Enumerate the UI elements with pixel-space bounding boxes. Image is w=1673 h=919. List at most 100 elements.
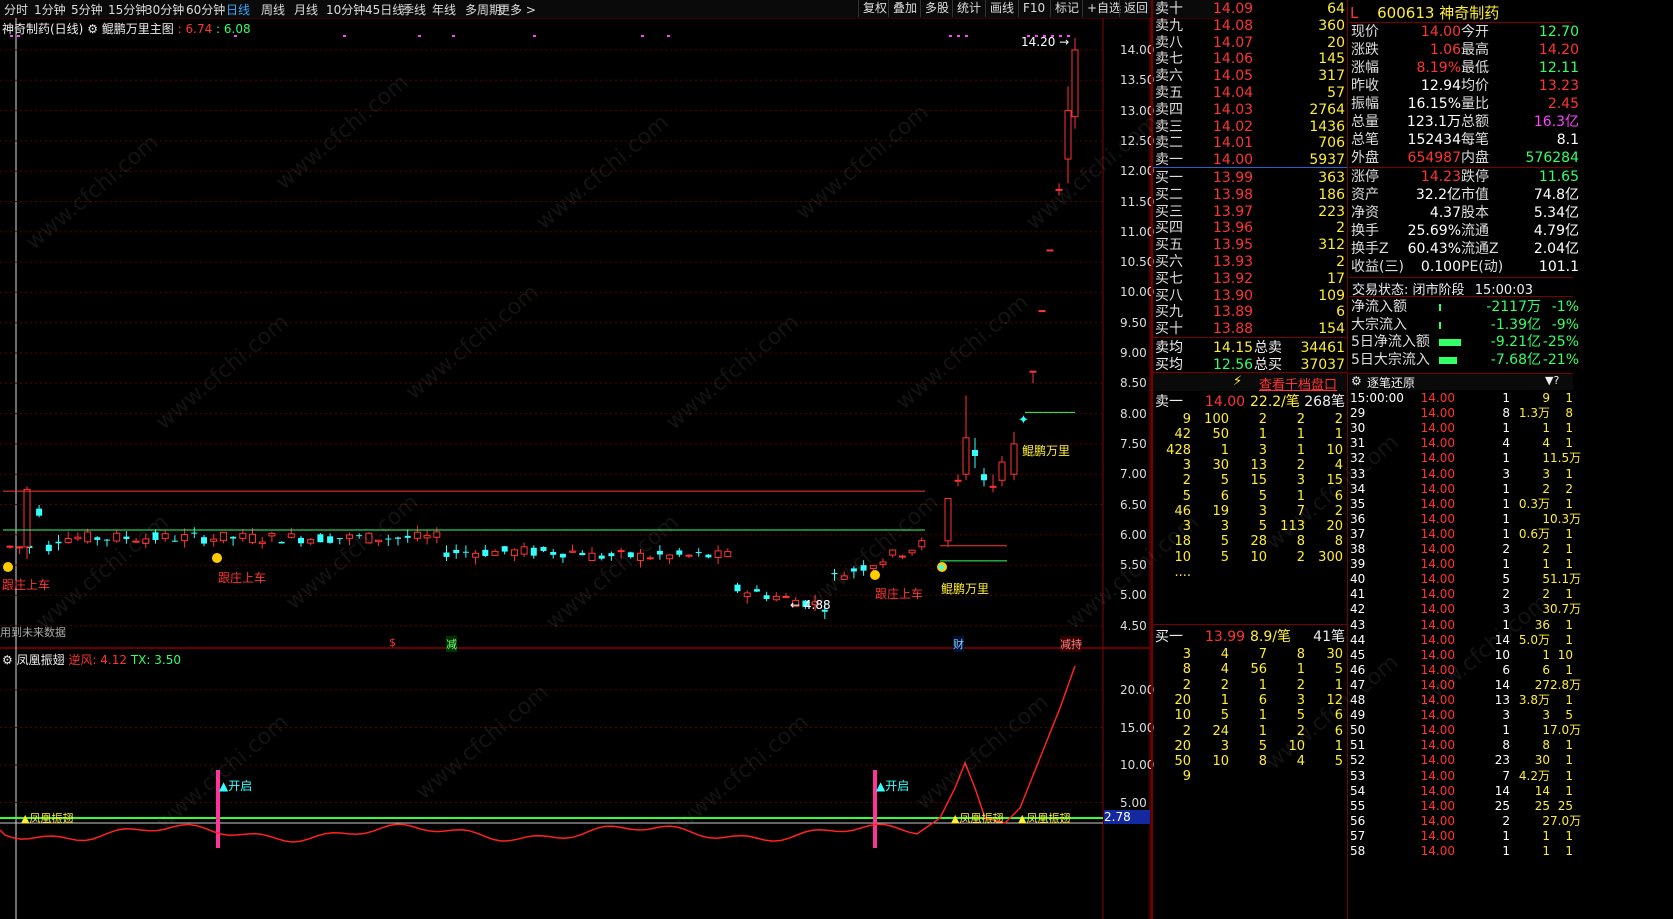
period-tab-14[interactable]: 更多 > xyxy=(498,1,536,18)
quote-row: 振幅 16.15% 量比 2.45 xyxy=(1351,96,1579,112)
ask-row-5[interactable]: 卖五 14.04 57 xyxy=(1155,84,1345,102)
queue-cell: 7 xyxy=(1296,503,1305,519)
bid-row-5[interactable]: 买六 13.93 2 xyxy=(1155,253,1345,271)
queue-cell: 10 xyxy=(1212,754,1229,770)
candle-body xyxy=(317,534,324,543)
bid1-summary: 买一 13.99 8.9/笔 41笔 xyxy=(1155,629,1345,645)
queue-cell: 3 xyxy=(1258,503,1267,519)
period-tab-6[interactable]: 日线 xyxy=(226,1,250,18)
level-price: 14.00 xyxy=(1213,152,1254,169)
queue-row: 10 5 1 5 6 xyxy=(1155,708,1360,724)
trade-row: 50 14.00 1 1 7.0万 xyxy=(1350,723,1582,738)
y-tick-label: 13.00 xyxy=(1120,103,1155,118)
period-tab-5[interactable]: 60分钟 xyxy=(186,1,225,18)
queue-cell: 8 xyxy=(1182,662,1191,678)
low-price-label: ← 4.88 xyxy=(790,598,831,612)
bid-row-3[interactable]: 买四 13.96 2 xyxy=(1155,219,1345,237)
quote-row: 换手 25.69% 流通 4.79亿 xyxy=(1351,223,1579,239)
level-price: 13.98 xyxy=(1213,186,1254,203)
period-tab-9[interactable]: 10分钟 xyxy=(326,1,365,18)
sub-gear-icon[interactable]: ⚙ xyxy=(2,653,13,667)
queue-cell: 5 xyxy=(1220,534,1229,550)
coin-icon xyxy=(212,553,222,563)
ask-row-8[interactable]: 卖二 14.01 706 xyxy=(1155,134,1345,152)
candle-body xyxy=(74,536,82,540)
ask-row-3[interactable]: 卖七 14.06 145 xyxy=(1155,50,1345,68)
queue-cell: 46 xyxy=(1174,503,1191,519)
level-label: 卖七 xyxy=(1155,51,1183,68)
trades-header: ⚙ 逐笔还原 ▼? xyxy=(1349,373,1573,390)
ask-row-7[interactable]: 卖三 14.02 1436 xyxy=(1155,118,1345,136)
bid-row-9[interactable]: 买十 13.88 154 xyxy=(1155,320,1345,338)
trade-row: 41 14.00 2 2 1 xyxy=(1350,587,1573,602)
period-tab-11[interactable]: 季线 xyxy=(402,1,426,18)
trade-row: 53 14.00 7 4.2万 1 xyxy=(1350,768,1573,783)
level-label: 买五 xyxy=(1155,237,1183,254)
period-tab-10[interactable]: 45日线 xyxy=(365,1,404,18)
period-tab-2[interactable]: 5分钟 xyxy=(71,1,103,18)
period-tab-0[interactable]: 分时 xyxy=(4,1,28,18)
bid-row-4[interactable]: 买五 13.95 312 xyxy=(1155,236,1345,254)
queue-cell: 10 xyxy=(1174,708,1191,724)
tool-button-8[interactable]: 返回 xyxy=(1119,0,1152,17)
view-depth-link[interactable]: 查看千档盘口 xyxy=(1259,374,1337,393)
kline-chart[interactable]: ✦✦ xyxy=(0,18,1230,919)
period-tab-13[interactable]: 多周期 xyxy=(465,1,501,18)
tool-button-4[interactable]: 画线 xyxy=(985,0,1018,17)
tool-button-3[interactable]: 统计 xyxy=(952,0,985,17)
level-label: 买六 xyxy=(1155,254,1183,270)
period-tab-3[interactable]: 15分钟 xyxy=(108,1,147,18)
panel-divider xyxy=(1151,0,1153,919)
trades-gear-icon[interactable]: ⚙ xyxy=(1351,374,1362,388)
signal-dot xyxy=(418,35,421,37)
bid-row-8[interactable]: 买九 13.89 6 xyxy=(1155,303,1345,321)
ask-row-6[interactable]: 卖四 14.03 2764 xyxy=(1155,101,1345,119)
y-tick-label: 6.00 xyxy=(1120,527,1147,542)
sub-y-tick-label: 5.00 xyxy=(1120,795,1147,810)
bid-row-1[interactable]: 买二 13.98 186 xyxy=(1155,186,1345,204)
queue-cell: 10 xyxy=(1288,738,1305,754)
queue-cell: 42 xyxy=(1174,427,1191,443)
event-marker-1[interactable]: $ xyxy=(389,636,396,649)
sub-indicator-name[interactable]: 凤凰振翅 xyxy=(17,653,65,667)
queue-cell: 4 xyxy=(1296,754,1305,770)
level-label: 卖三 xyxy=(1155,118,1183,135)
event-marker-4[interactable]: 减持 xyxy=(1060,636,1082,652)
tool-button-1[interactable]: 叠加 xyxy=(888,0,921,17)
period-tab-12[interactable]: 年线 xyxy=(432,1,456,18)
open-signal-1: ▲开启 xyxy=(219,779,253,793)
tool-button-6[interactable]: 标记 xyxy=(1050,0,1083,17)
bid-row-7[interactable]: 买八 13.90 109 xyxy=(1155,287,1345,305)
ask-row-1[interactable]: 卖九 14.08 360 xyxy=(1155,17,1345,35)
level-price: 14.02 xyxy=(1213,118,1254,135)
ask-row-4[interactable]: 卖六 14.05 317 xyxy=(1155,67,1345,85)
period-tab-4[interactable]: 30分钟 xyxy=(145,1,184,18)
candle-body xyxy=(181,534,189,542)
tool-button-2[interactable]: 多股 xyxy=(920,0,953,17)
event-marker-2[interactable]: 减 xyxy=(446,636,457,652)
bid-row-6[interactable]: 买七 13.92 17 xyxy=(1155,270,1345,288)
candle-body xyxy=(540,546,547,551)
ask-row-2[interactable]: 卖八 14.07 20 xyxy=(1155,34,1345,52)
signal-label-5: 鲲鹏万里 xyxy=(941,582,990,596)
ask-row-0[interactable]: 卖十 14.09 64 xyxy=(1155,0,1345,18)
period-tab-1[interactable]: 1分钟 xyxy=(34,1,66,18)
tool-button-0[interactable]: 复权 xyxy=(858,0,891,17)
event-marker-3[interactable]: 财 xyxy=(953,636,964,652)
filter-icon[interactable]: ▼? xyxy=(1545,374,1559,387)
candle-body xyxy=(550,551,557,555)
queue-cell: 100 xyxy=(1204,412,1229,427)
bid-row-2[interactable]: 买三 13.97 223 xyxy=(1155,203,1345,221)
period-tab-7[interactable]: 周线 xyxy=(261,1,285,18)
signal-dot xyxy=(667,35,670,37)
queue-cell: 5 xyxy=(1258,519,1267,535)
tool-button-5[interactable]: F10 xyxy=(1018,0,1049,17)
level-label: 买二 xyxy=(1155,186,1183,203)
trade-row: 33 14.00 3 3 1 xyxy=(1350,466,1573,481)
signal-dot xyxy=(965,35,968,37)
ask-row-9[interactable]: 卖一 14.00 5937 xyxy=(1155,151,1345,169)
level-price: 13.95 xyxy=(1213,237,1254,254)
bid-row-0[interactable]: 买一 13.99 363 xyxy=(1155,169,1345,187)
period-tab-8[interactable]: 月线 xyxy=(294,1,318,18)
trades-title[interactable]: 逐笔还原 xyxy=(1367,374,1415,391)
